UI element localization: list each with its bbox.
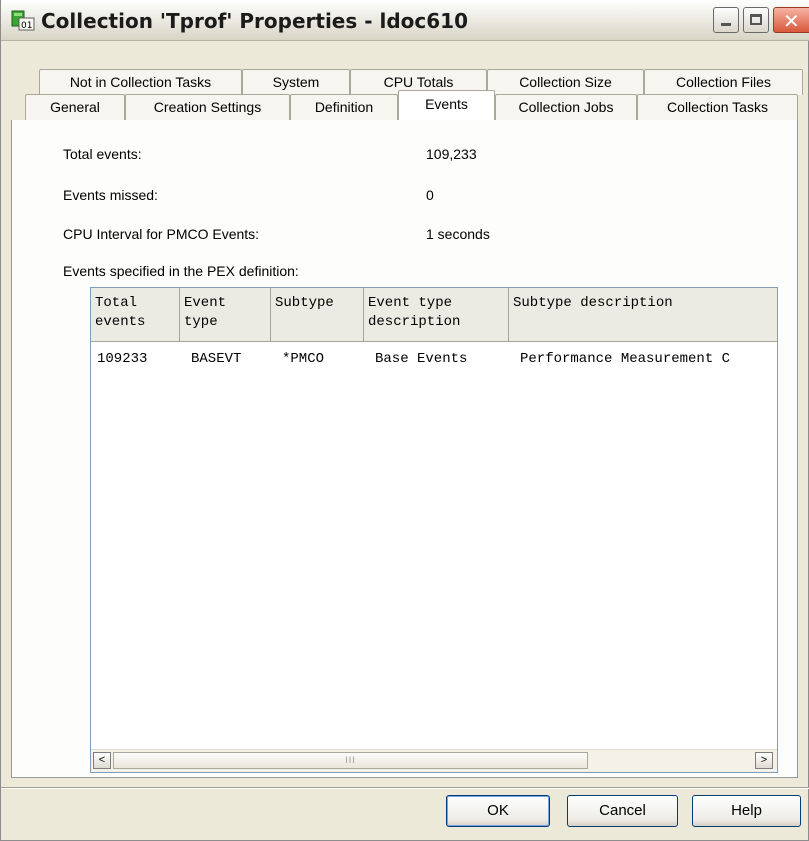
total-events-value: 109,233 — [426, 146, 477, 162]
tab-strip: Not in Collection Tasks System CPU Total… — [1, 41, 809, 121]
horizontal-scrollbar[interactable]: < III > — [91, 749, 777, 772]
minimize-button[interactable] — [713, 7, 739, 33]
cell-total-events: 109233 — [97, 351, 148, 367]
help-button[interactable]: Help — [692, 795, 801, 827]
tab-definition[interactable]: Definition — [290, 94, 398, 120]
tab-system[interactable]: System — [242, 69, 350, 95]
scroll-left-button[interactable]: < — [93, 752, 111, 769]
cpu-interval-label: CPU Interval for PMCO Events: — [63, 226, 260, 242]
ok-button[interactable]: OK — [446, 795, 550, 827]
button-separator — [1, 787, 809, 789]
column-header-total-events[interactable]: Total events — [91, 288, 180, 342]
close-button[interactable]: ✕ — [773, 7, 809, 33]
cell-subtype-description: Performance Measurement C — [520, 351, 731, 367]
column-header-subtype-description[interactable]: Subtype description — [509, 288, 777, 342]
tab-collection-size[interactable]: Collection Size — [487, 69, 644, 95]
tab-collection-files[interactable]: Collection Files — [644, 69, 803, 95]
scroll-thumb[interactable]: III — [113, 752, 588, 769]
events-missed-label: Events missed: — [63, 187, 158, 203]
cell-event-type: BASEVT — [191, 351, 242, 367]
minimize-icon — [721, 23, 731, 26]
tab-creation-settings[interactable]: Creation Settings — [125, 94, 290, 120]
events-missed-value: 0 — [426, 187, 434, 203]
cell-subtype: *PMCO — [282, 351, 325, 367]
maximize-icon — [750, 14, 762, 25]
column-header-subtype[interactable]: Subtype — [271, 288, 364, 342]
collection-app-icon: 01 — [11, 10, 35, 31]
events-table[interactable]: Total events Event type Subtype Event ty… — [90, 287, 778, 773]
cancel-button[interactable]: Cancel — [567, 795, 678, 827]
properties-window: 01 Collection 'Tprof' Properties - ldoc6… — [0, 0, 809, 841]
tab-general[interactable]: General — [25, 94, 125, 120]
tab-not-in-collection-tasks[interactable]: Not in Collection Tasks — [39, 69, 242, 95]
column-header-event-type[interactable]: Event type — [180, 288, 271, 342]
chevron-left-icon: < — [98, 754, 106, 766]
chevron-right-icon: > — [760, 754, 768, 766]
scroll-right-button[interactable]: > — [755, 752, 773, 769]
total-events-label: Total events: — [63, 146, 142, 162]
close-icon: ✕ — [783, 9, 800, 33]
maximize-button[interactable] — [743, 7, 769, 33]
tab-collection-jobs[interactable]: Collection Jobs — [495, 94, 637, 120]
grip-icon: III — [345, 755, 356, 765]
events-specified-label: Events specified in the PEX definition: — [63, 263, 299, 279]
column-header-event-type-description[interactable]: Event type description — [364, 288, 509, 342]
title-bar[interactable]: 01 Collection 'Tprof' Properties - ldoc6… — [1, 0, 809, 41]
svg-text:01: 01 — [21, 21, 32, 31]
tab-collection-tasks[interactable]: Collection Tasks — [637, 94, 798, 120]
cpu-interval-value: 1 seconds — [426, 226, 490, 242]
cell-event-type-description: Base Events — [375, 351, 468, 367]
tab-events[interactable]: Events — [398, 90, 495, 120]
window-title: Collection 'Tprof' Properties - ldoc610 — [41, 9, 469, 33]
